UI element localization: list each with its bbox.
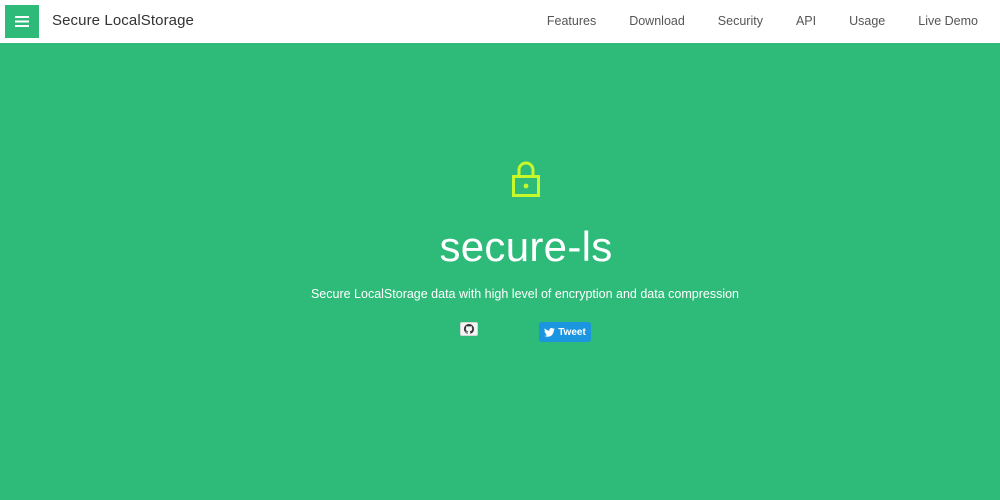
top-navbar: Secure LocalStorage Features Download Se… <box>0 0 1000 43</box>
hero-subtitle: Secure LocalStorage data with high level… <box>310 287 740 301</box>
nav-link-usage[interactable]: Usage <box>833 0 902 43</box>
tweet-button[interactable]: Tweet <box>539 322 591 342</box>
nav-link-api[interactable]: API <box>779 0 832 43</box>
nav-links: Features Download Security API Usage Liv… <box>530 0 1000 43</box>
github-icon <box>464 324 474 334</box>
hamburger-icon <box>15 16 29 27</box>
github-button[interactable] <box>460 322 478 336</box>
nav-link-security[interactable]: Security <box>701 0 779 43</box>
menu-button[interactable] <box>5 5 39 38</box>
nav-link-live-demo[interactable]: Live Demo <box>902 0 1000 43</box>
hero-title: secure-ls <box>439 223 613 270</box>
lock-icon <box>512 161 540 197</box>
nav-link-features[interactable]: Features <box>530 0 612 43</box>
twitter-bird-icon <box>544 327 556 337</box>
nav-link-download[interactable]: Download <box>613 0 702 43</box>
hero-section: secure-ls Secure LocalStorage data with … <box>0 43 1000 500</box>
tweet-label: Tweet <box>558 326 586 338</box>
brand-link[interactable]: Secure LocalStorage <box>52 12 194 29</box>
